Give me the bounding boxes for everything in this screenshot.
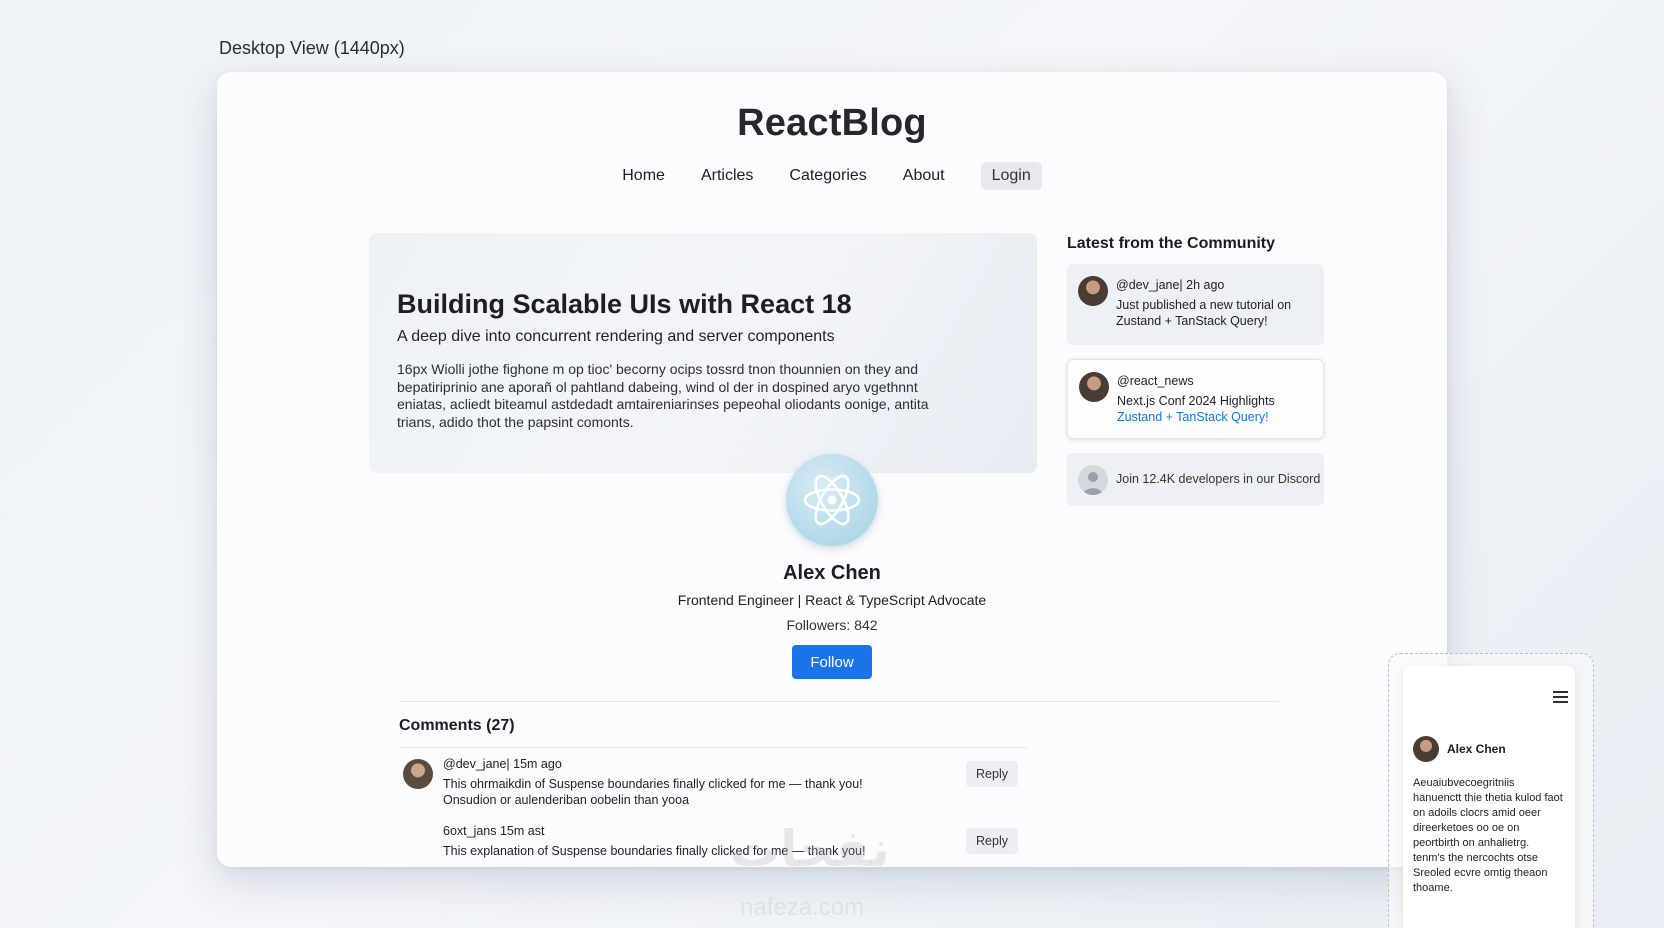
article-subtitle: A deep dive into concurrent rendering an… [397,328,835,345]
react-logo-avatar [786,454,878,546]
community-post-card[interactable]: @react_news Next.js Conf 2024 Highlights… [1067,359,1324,439]
post-text: Next.js Conf 2024 Highlights [1117,394,1275,408]
reply-button[interactable]: Reply [966,761,1018,787]
user-avatar [1079,372,1109,402]
section-divider [399,701,1279,702]
mobile-author-name: Alex Chen [1447,742,1506,756]
react-atom-icon [803,474,861,526]
post-text: Just published a new tutorial on [1116,298,1292,312]
nav-about[interactable]: About [903,167,945,185]
follow-button[interactable]: Follow [792,645,872,679]
community-sidebar: Latest from the Community @dev_jane| 2h … [1067,235,1325,506]
watermark-url: nafeza.com [740,894,865,921]
comment-text: This ohrmaikdin of Suspense boundaries f… [443,776,913,808]
sidebar-title: Latest from the Community [1067,235,1276,252]
site-logo[interactable]: ReactBlog [217,102,1447,145]
comment-text-line: This ohrmaikdin of Suspense boundaries f… [443,777,863,791]
author-role: Frontend Engineer | React & TypeScript A… [677,592,987,608]
comments-divider [399,747,1027,748]
hero-card: Building Scalable UIs with React 18 A de… [369,233,1037,473]
comment-meta: @dev_jane| 15m ago [443,757,562,771]
author-name: Alex Chen [783,562,881,584]
discord-card[interactable]: Join 12.4K developers in our Discord [1067,453,1324,506]
commenter-avatar[interactable] [403,759,433,789]
desktop-frame: ReactBlog Home Articles Categories About… [217,72,1447,867]
main-nav: Home Articles Categories About Login [217,162,1447,190]
post-link[interactable]: Zustand + TanStack Query! [1117,410,1269,424]
nav-articles[interactable]: Articles [701,167,753,185]
hamburger-menu-icon[interactable] [1553,691,1568,703]
watermark: نفحات [730,821,890,877]
comment-text-line: Onsudion or aulenderiban oobelin than yo… [443,793,690,807]
nav-home[interactable]: Home [622,167,665,185]
post-text: Zustand + TanStack Query! [1116,314,1268,328]
community-post-card[interactable]: @dev_jane| 2h ago Just published a new t… [1067,264,1324,345]
article-excerpt: 16px Wiolli jothe fighone m op tioc' bec… [397,361,929,430]
mobile-author-avatar [1413,736,1439,762]
post-meta: @dev_jane| 2h ago [1116,278,1225,292]
discord-user-icon [1078,465,1108,495]
mobile-preview: Alex Chen Aeuaiubvecoegritniis hanuenctt… [1403,666,1575,928]
article-title: Building Scalable UIs with React 18 [397,289,852,319]
view-label: Desktop View (1440px) [219,38,405,58]
mobile-article-text: Aeuaiubvecoegritniis hanuenctt thie thet… [1413,777,1563,894]
nav-categories[interactable]: Categories [789,167,866,185]
discord-text: Join 12.4K developers in our Discord [1116,472,1321,486]
author-followers: Followers: 842 [786,617,878,633]
login-button[interactable]: Login [980,162,1042,190]
comment-meta: 6oxt_jans 15m ast [443,824,545,838]
reply-button[interactable]: Reply [966,828,1018,854]
user-avatar [1078,276,1108,306]
comments-title: Comments (27) [399,717,515,734]
post-meta: @react_news [1117,374,1194,388]
